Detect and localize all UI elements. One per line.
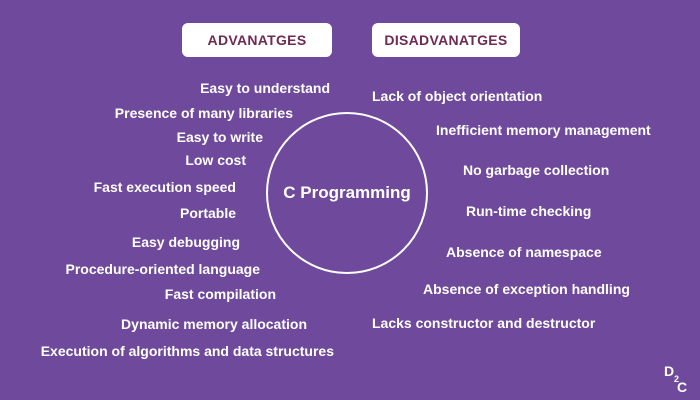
advantages-header: ADVANATGES [182, 23, 332, 57]
d2c-logo: D 2 C [664, 363, 687, 394]
center-label: C Programming [283, 183, 411, 202]
advantage-item: Low cost [185, 152, 246, 168]
disadvantage-item: Lacks constructor and destructor [372, 315, 596, 331]
diagram: ADVANATGES DISADVANATGES C Programming E… [0, 0, 700, 400]
disadvantage-item: No garbage collection [463, 162, 610, 178]
advantage-item: Procedure-oriented language [65, 261, 260, 277]
disadvantage-item: Lack of object orientation [372, 88, 543, 104]
disadvantage-item: Run-time checking [466, 203, 592, 219]
svg-text:D: D [664, 363, 674, 379]
advantage-item: Easy to write [176, 129, 263, 145]
disadvantage-item: Absence of namespace [446, 244, 602, 260]
center-circle: C Programming [266, 112, 428, 274]
disadvantages-header: DISADVANATGES [372, 23, 520, 57]
advantage-item: Portable [179, 205, 236, 221]
disadvantage-item: Absence of exception handling [423, 281, 630, 297]
advantage-item: Easy debugging [131, 234, 240, 250]
advantage-item: Presence of many libraries [114, 105, 293, 121]
advantage-item: Dynamic memory allocation [121, 316, 307, 332]
disadvantage-item: Inefficient memory management [436, 122, 651, 138]
advantage-item: Fast compilation [164, 286, 276, 302]
advantage-item: Execution of algorithms and data structu… [40, 343, 334, 359]
advantage-item: Easy to understand [200, 80, 330, 96]
svg-text:C: C [677, 379, 687, 394]
advantage-item: Fast execution speed [93, 179, 236, 195]
